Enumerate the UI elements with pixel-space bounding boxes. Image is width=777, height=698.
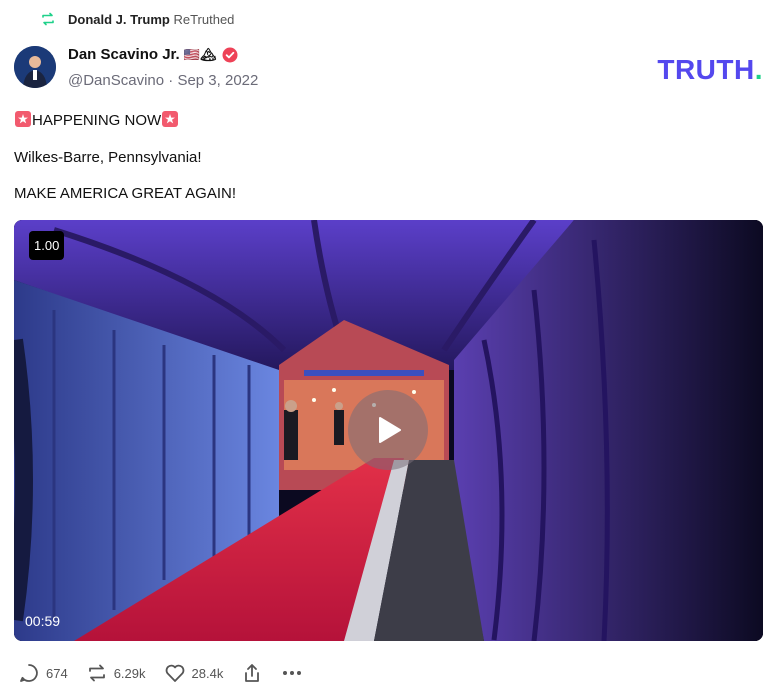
repost-icon: [88, 664, 105, 682]
meta-separator: ·: [168, 72, 174, 89]
author-name-row: Dan Scavino Jr. 🇺🇸🏔: [68, 46, 238, 63]
author-meta: @DanScavino · Sep 3, 2022: [68, 72, 258, 89]
post-line-1: HAPPENING NOW: [14, 110, 179, 129]
author-handle[interactable]: @DanScavino: [68, 72, 164, 89]
logo-dot: .: [754, 54, 763, 85]
repost-count: 6.29k: [113, 665, 146, 681]
like-count: 28.4k: [191, 665, 224, 681]
share-icon: [245, 664, 260, 682]
post-line-3: MAKE AMERICA GREAT AGAIN!: [14, 185, 237, 202]
action-bar: 674 6.29k 28.4k: [18, 662, 321, 684]
play-icon: [379, 417, 401, 443]
truth-logo[interactable]: TRUTH.: [657, 54, 763, 86]
avatar[interactable]: [14, 46, 56, 88]
post-line-2: Wilkes-Barre, Pennsylvania!: [14, 149, 202, 166]
more-icon: [283, 671, 302, 675]
retruth-action: ReTruthed: [173, 11, 235, 27]
reply-icon: [20, 664, 38, 682]
share-button[interactable]: [241, 662, 263, 684]
retruth-header: Donald J. Trump ReTruthed: [40, 11, 234, 27]
reply-count: 674: [46, 665, 68, 681]
post-headline: HAPPENING NOW: [32, 112, 162, 129]
avatar-image: [14, 46, 56, 88]
video-player[interactable]: 1.00 00:59: [14, 220, 763, 641]
retruth-text[interactable]: Donald J. Trump ReTruthed: [68, 12, 234, 27]
more-button[interactable]: [281, 662, 303, 684]
retruth-user[interactable]: Donald J. Trump: [68, 12, 170, 27]
reply-button[interactable]: 674: [18, 662, 68, 684]
play-button[interactable]: [348, 390, 428, 470]
heart-icon: [165, 664, 184, 682]
post-date[interactable]: Sep 3, 2022: [177, 72, 258, 89]
siren-icon: [15, 111, 31, 127]
author-name[interactable]: Dan Scavino Jr.: [68, 46, 180, 63]
verified-badge-icon: [222, 47, 238, 62]
siren-icon: [162, 111, 179, 127]
logo-text: TRUTH: [657, 54, 755, 85]
video-duration: 00:59: [25, 613, 61, 629]
like-button[interactable]: 28.4k: [164, 662, 224, 684]
author-flags: 🇺🇸🏔: [183, 46, 217, 62]
repost-button[interactable]: 6.29k: [86, 662, 146, 684]
retruth-icon: [42, 12, 54, 26]
playback-speed-button[interactable]: 1.00: [29, 231, 65, 260]
